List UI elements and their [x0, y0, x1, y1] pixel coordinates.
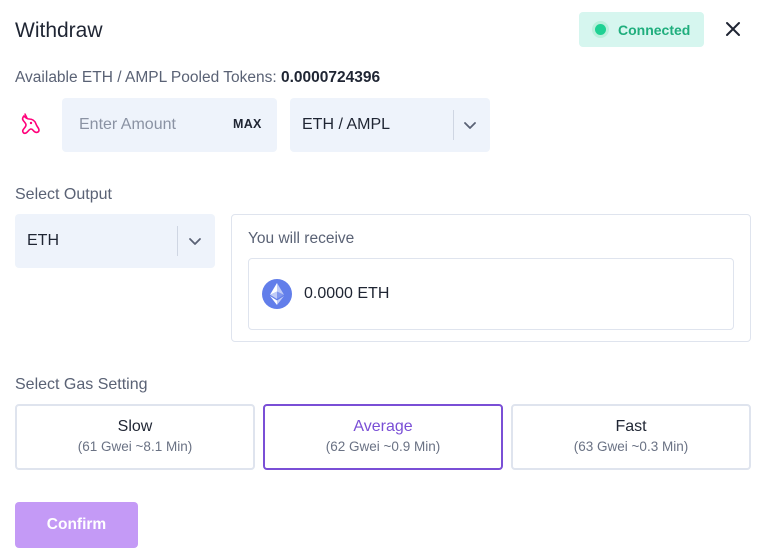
- max-button[interactable]: MAX: [233, 117, 262, 131]
- select-output-label: Select Output: [15, 186, 112, 203]
- gas-option-detail: (62 Gwei ~0.9 Min): [325, 439, 441, 454]
- output-token-select[interactable]: ETH: [15, 214, 215, 268]
- gas-option-fast[interactable]: Fast (63 Gwei ~0.3 Min): [511, 404, 751, 470]
- available-tokens: Available ETH / AMPL Pooled Tokens: 0.00…: [15, 69, 380, 87]
- gas-option-slow[interactable]: Slow (61 Gwei ~8.1 Min): [15, 404, 255, 470]
- gas-option-detail: (61 Gwei ~8.1 Min): [77, 439, 193, 454]
- confirm-button[interactable]: Confirm: [15, 502, 138, 548]
- close-icon[interactable]: [722, 18, 744, 40]
- gas-option-detail: (63 Gwei ~0.3 Min): [573, 439, 689, 454]
- amount-input[interactable]: [62, 98, 227, 152]
- pool-token-select[interactable]: ETH / AMPL: [290, 98, 490, 152]
- connection-status-badge: Connected: [579, 12, 704, 47]
- uniswap-unicorn-icon: [21, 113, 40, 135]
- select-divider: [177, 226, 178, 256]
- amount-field-container: MAX: [62, 98, 277, 152]
- gas-option-average[interactable]: Average (62 Gwei ~0.9 Min): [263, 404, 503, 470]
- receive-panel: You will receive 0.0000 ETH: [231, 214, 751, 342]
- pool-token-selected: ETH / AMPL: [302, 116, 391, 133]
- gas-option-name: Average: [353, 418, 413, 435]
- receive-label: You will receive: [248, 230, 355, 247]
- status-dot-icon: [595, 24, 606, 35]
- select-divider: [453, 110, 454, 140]
- page-title: Withdraw: [15, 19, 103, 42]
- connection-status-text: Connected: [618, 21, 691, 38]
- gas-setting-label: Select Gas Setting: [15, 376, 148, 393]
- chevron-down-icon: [464, 122, 476, 129]
- available-tokens-value: 0.0000724396: [280, 69, 381, 86]
- ethereum-icon: [262, 279, 292, 309]
- available-tokens-label: Available ETH / AMPL Pooled Tokens:: [15, 69, 277, 86]
- chevron-down-icon: [189, 238, 201, 245]
- gas-option-name: Slow: [117, 418, 153, 435]
- gas-option-name: Fast: [615, 418, 647, 435]
- receive-amount: 0.0000 ETH: [304, 285, 390, 302]
- output-token-selected: ETH: [27, 232, 59, 249]
- receive-amount-box: 0.0000 ETH: [248, 258, 734, 330]
